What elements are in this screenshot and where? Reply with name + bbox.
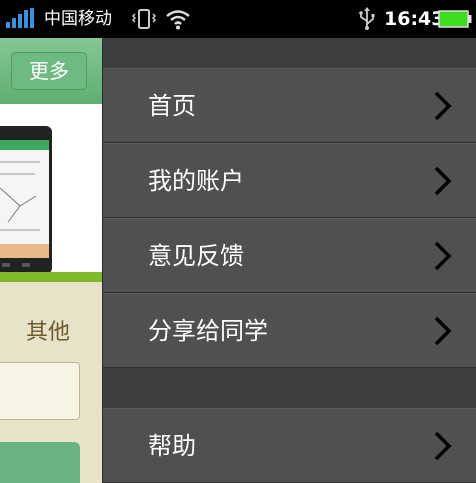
menu-item-label: 意见反馈 bbox=[148, 242, 244, 270]
background-header: 更多 bbox=[0, 38, 102, 104]
phone-screenshot-image bbox=[0, 126, 52, 274]
app-banner bbox=[0, 104, 102, 282]
status-bar: 中国移动 16:43 bbox=[0, 0, 476, 38]
chevron-right-icon bbox=[434, 431, 452, 461]
text-field[interactable] bbox=[0, 362, 80, 420]
menu-item-label: 首页 bbox=[148, 92, 196, 120]
more-button[interactable]: 更多 bbox=[11, 52, 87, 90]
menu-section-divider bbox=[103, 368, 476, 408]
banner-strip bbox=[0, 272, 102, 282]
menu-item-label: 分享给同学 bbox=[148, 317, 268, 345]
vibrate-icon bbox=[131, 9, 157, 29]
wifi-icon bbox=[166, 10, 190, 30]
clock: 16:43 bbox=[384, 8, 445, 30]
menu-item-label: 我的账户 bbox=[148, 167, 244, 195]
menu-item-label: 帮助 bbox=[148, 432, 196, 460]
menu-item-help[interactable]: 帮助 bbox=[103, 408, 476, 483]
chevron-right-icon bbox=[434, 316, 452, 346]
usb-icon bbox=[359, 7, 375, 30]
menu-header-band bbox=[103, 38, 476, 68]
background-page: 更多 其他 bbox=[0, 38, 102, 483]
menu-item-share[interactable]: 分享给同学 bbox=[103, 293, 476, 368]
menu-item-account[interactable]: 我的账户 bbox=[103, 143, 476, 218]
carrier-name: 中国移动 bbox=[44, 9, 112, 29]
other-label: 其他 bbox=[25, 320, 70, 345]
menu-item-home[interactable]: 首页 bbox=[103, 68, 476, 143]
chevron-right-icon bbox=[434, 91, 452, 121]
side-menu: 首页 我的账户 意见反馈 分享给同学 帮助 bbox=[102, 38, 476, 483]
signal-icon bbox=[6, 8, 34, 28]
battery-icon bbox=[438, 10, 472, 28]
chevron-right-icon bbox=[434, 241, 452, 271]
chevron-right-icon bbox=[434, 166, 452, 196]
menu-item-feedback[interactable]: 意见反馈 bbox=[103, 218, 476, 293]
submit-button[interactable] bbox=[0, 442, 80, 483]
